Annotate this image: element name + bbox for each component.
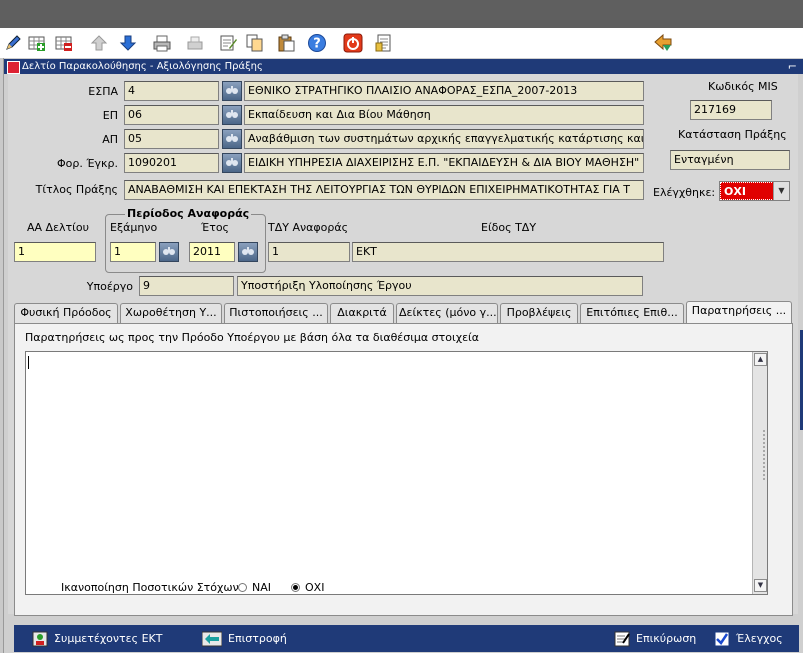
tab-paratiriseis[interactable]: Παρατηρήσεις ...: [686, 301, 792, 324]
up-arrow-icon[interactable]: [88, 32, 110, 54]
elegxthike-selected-value: ΟΧΙ: [720, 182, 774, 200]
scroll-down-icon[interactable]: ▼: [754, 579, 767, 592]
for-desc-field[interactable]: ΕΙΔΙΚΗ ΥΠΗΡΕΣΙΑ ΔΙΑΧΕΙΡΙΣΗΣ Ε.Π. "ΕΚΠΑΙΔ…: [244, 153, 644, 173]
chevron-down-icon[interactable]: ▼: [773, 182, 789, 200]
ap-desc-field[interactable]: Αναβάθμιση των συστημάτων αρχικής επαγγε…: [244, 129, 644, 149]
etos-lov-button[interactable]: [238, 242, 258, 262]
exit-icon[interactable]: [342, 32, 364, 54]
ap-lov-button[interactable]: [222, 129, 242, 149]
delete-record-icon[interactable]: [53, 32, 75, 54]
tab-xorothetisi[interactable]: Χωροθέτηση Υ...: [120, 303, 222, 323]
tab-deiktes[interactable]: Δείκτες (μόνο γ...: [396, 303, 498, 323]
validate-button[interactable]: Επικύρωση: [614, 625, 696, 652]
window-title: Δελτίο Παρακολούθησης - Αξιολόγησης Πράξ…: [22, 61, 263, 72]
katastasi-field[interactable]: Ενταγμένη: [670, 150, 790, 170]
espa-desc-field[interactable]: ΕΘΝΙΚΟ ΣΤΡΑΤΗΓΙΚΟ ΠΛΑΙΣΙΟ ΑΝΑΦΟΡΑΣ_ΕΣΠΑ_…: [244, 81, 644, 101]
back-arrow-icon: [202, 631, 222, 647]
satisfaction-label: Ικανοποίηση Ποσοτικών Στόχων: [61, 581, 239, 594]
label-etos: Έτος: [201, 221, 230, 234]
label-ep: ΕΠ: [102, 109, 118, 122]
edit-icon[interactable]: [217, 32, 239, 54]
top-bar: [0, 0, 803, 28]
back-label: Επιστροφή: [228, 632, 287, 645]
radio-no[interactable]: [291, 583, 300, 592]
label-aa-deltiou: ΑΑ Δελτίου: [27, 221, 89, 234]
participants-button[interactable]: Συμμετέχοντες ΕΚΤ: [32, 625, 162, 652]
label-eidos-tdy: Είδος ΤΔΥ: [481, 221, 537, 234]
validate-label: Επικύρωση: [636, 632, 697, 645]
tab-fysiki-proodos[interactable]: Φυσική Πρόοδος: [14, 303, 118, 323]
label-kodikos-mis: Κωδικός MIS: [708, 80, 778, 93]
mis-field[interactable]: 217169: [690, 100, 772, 120]
elegxthike-select[interactable]: ΟΧΙ ▼: [719, 181, 790, 201]
bottom-bar: Συμμετέχοντες ΕΚΤ Επιστροφή Επικύρωση Έλ…: [14, 625, 799, 652]
document-icon[interactable]: [373, 32, 395, 54]
textarea-scrollbar[interactable]: ▲ ▼: [752, 352, 767, 594]
maximize-icon[interactable]: ⌐: [788, 59, 797, 74]
panel-caption: Παρατηρήσεις ως προς την Πρόοδο Υποέργου…: [25, 331, 480, 344]
periodos-group-title: Περίοδος Αναφοράς: [125, 207, 252, 221]
paratiriseis-textarea[interactable]: [25, 351, 768, 595]
text-cursor: [28, 356, 29, 369]
label-titlos: Τίτλος Πράξης: [35, 183, 118, 196]
ap-code-field[interactable]: 05: [124, 129, 219, 149]
print-preview-icon[interactable]: [185, 32, 207, 54]
espa-code-field[interactable]: 4: [124, 81, 219, 101]
tdy-desc-field[interactable]: ΕΚΤ: [352, 242, 664, 262]
tab-pistopoiiseis[interactable]: Πιστοποιήσεις ...: [224, 303, 328, 323]
participants-label: Συμμετέχοντες ΕΚΤ: [54, 632, 163, 645]
label-espa: ΕΣΠΑ: [88, 85, 118, 98]
examino-field[interactable]: 1: [110, 242, 156, 262]
window-titlebar: Δελτίο Παρακολούθησης - Αξιολόγησης Πράξ…: [4, 59, 803, 74]
for-code-field[interactable]: 1090201: [124, 153, 219, 173]
for-lov-button[interactable]: [222, 153, 242, 173]
label-for-egkr: Φορ. Έγκρ.: [56, 157, 118, 170]
tdy-code-field[interactable]: 1: [268, 242, 350, 262]
add-record-icon[interactable]: [26, 32, 48, 54]
paste-icon[interactable]: [275, 32, 297, 54]
tab-epitopies[interactable]: Επιτόπιες Επιθ...: [580, 303, 684, 323]
etos-field[interactable]: 2011: [189, 242, 235, 262]
window-app-icon: [7, 61, 20, 74]
tab-diakrita[interactable]: Διακριτά: [330, 303, 394, 323]
examino-lov-button[interactable]: [159, 242, 179, 262]
scroll-up-icon[interactable]: ▲: [754, 353, 767, 366]
help-icon[interactable]: ?: [306, 32, 328, 54]
titlos-field[interactable]: ΑΝΑΒΑΘΜΙΣΗ ΚΑΙ ΕΠΕΚΤΑΣΗ ΤΗΣ ΛΕΙΤΟΥΡΓΙΑΣ …: [124, 180, 644, 200]
back-button[interactable]: Επιστροφή: [202, 625, 287, 652]
checkbox-icon: [714, 631, 730, 647]
tab-provlepseis[interactable]: Προβλέψεις: [500, 303, 578, 323]
copy-icon[interactable]: [244, 32, 266, 54]
check-button[interactable]: Έλεγχος: [714, 625, 783, 652]
label-ap: ΑΠ: [102, 133, 118, 146]
ep-code-field[interactable]: 06: [124, 105, 219, 125]
svg-text:?: ?: [313, 37, 321, 52]
check-label: Έλεγχος: [736, 632, 783, 645]
ypoergo-desc-field[interactable]: Υποστήριξη Υλοποίησης Έργου: [237, 276, 643, 296]
print-icon[interactable]: [151, 32, 173, 54]
ep-lov-button[interactable]: [222, 105, 242, 125]
person-icon: [32, 631, 48, 647]
radio-yes-label: ΝΑΙ: [252, 581, 271, 594]
checklist-icon: [614, 631, 630, 647]
label-ypoergo: Υποέργο: [86, 280, 133, 293]
radio-yes[interactable]: [238, 583, 247, 592]
radio-no-label: ΟΧΙ: [305, 581, 325, 594]
aa-deltiou-field[interactable]: 1: [14, 242, 96, 262]
pencil-icon[interactable]: [2, 32, 24, 54]
navigate-icon[interactable]: [652, 32, 674, 54]
scroll-grip: [763, 430, 767, 480]
label-examino: Εξάμηνο: [110, 221, 158, 234]
ypoergo-code-field[interactable]: 9: [139, 276, 234, 296]
label-elegxthike: Ελέγχθηκε:: [653, 186, 716, 199]
espa-lov-button[interactable]: [222, 81, 242, 101]
label-tdy: ΤΔΥ Αναφοράς: [268, 221, 349, 234]
down-arrow-icon[interactable]: [117, 32, 139, 54]
label-katastasi: Κατάσταση Πράξης: [678, 128, 787, 141]
ep-desc-field[interactable]: Εκπαίδευση και Δια Βίου Μάθηση: [244, 105, 644, 125]
